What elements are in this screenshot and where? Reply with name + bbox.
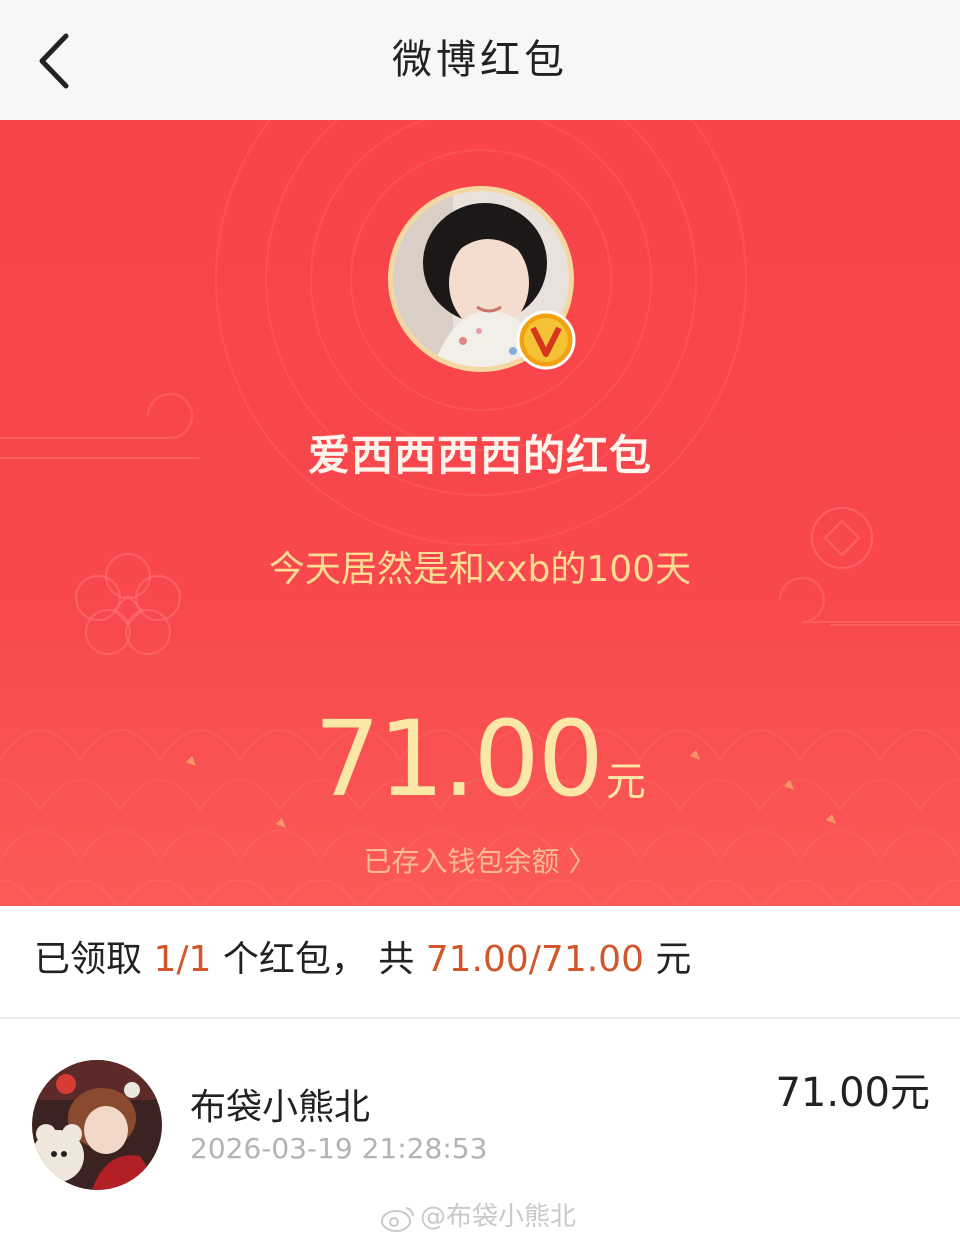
top-nav-bar: 微博红包 <box>0 0 960 120</box>
v-verified-icon <box>516 310 576 370</box>
claimed-count: 1/1 <box>153 939 212 980</box>
weibo-logo-icon <box>381 1206 414 1232</box>
chevron-left-icon <box>39 33 69 89</box>
divider <box>0 1017 960 1019</box>
received-timestamp: 2026-03-19 21:28:53 <box>190 1132 488 1165</box>
amount-unit: 元 <box>605 759 646 805</box>
claim-summary: 已领取 1/1 个红包， 共 71.00/71.00 元 <box>34 930 691 982</box>
page-title: 微博红包 <box>392 37 568 83</box>
summary-middle: 个红包， 共 <box>211 939 426 980</box>
amount-value: 71.00 <box>314 698 604 820</box>
recipient-name: 布袋小熊北 <box>190 1087 371 1128</box>
claimed-total: 71.00/71.00 <box>425 939 644 980</box>
red-packet-hero: 爱西西西西的红包 今天居然是和xxb的100天 71.00 元 已存入钱包余额 〉 <box>0 120 960 906</box>
back-button[interactable] <box>30 30 80 92</box>
recipient-avatar[interactable] <box>32 1060 162 1190</box>
summary-suffix: 元 <box>643 939 692 980</box>
sender-name: 爱西西西西的红包 <box>307 431 652 480</box>
received-amount: 71.00元 <box>775 1070 930 1116</box>
watermark: @布袋小熊北 <box>380 1196 576 1233</box>
watermark-text: @布袋小熊北 <box>420 1202 577 1232</box>
summary-prefix: 已领取 <box>34 939 154 980</box>
greeting-message: 今天居然是和xxb的100天 <box>268 549 692 590</box>
amount-display: 71.00 元 <box>0 698 960 820</box>
wallet-balance-link[interactable]: 已存入钱包余额 〉 <box>0 840 960 880</box>
